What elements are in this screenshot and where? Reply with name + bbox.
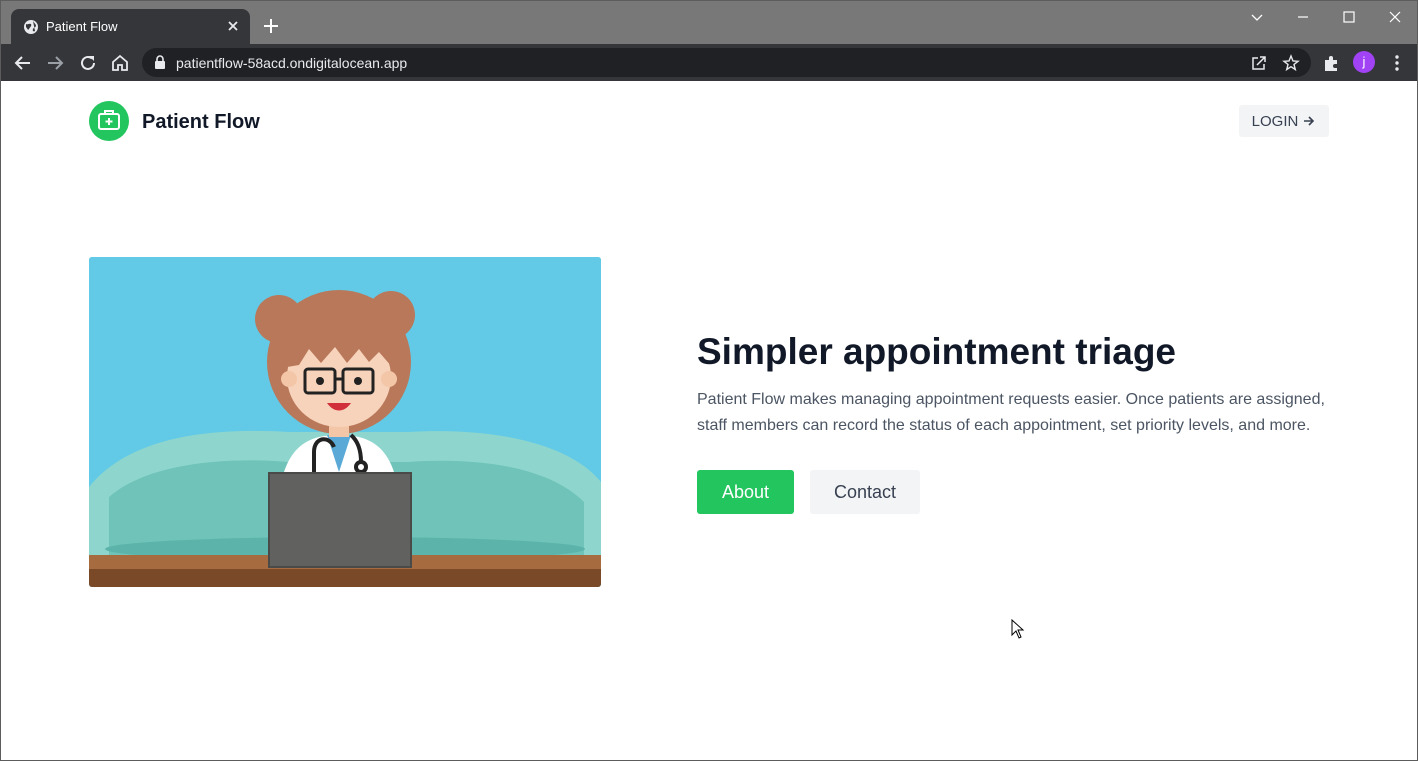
tab-strip: Patient Flow	[1, 1, 1417, 44]
extensions-icon[interactable]	[1321, 53, 1341, 73]
medical-kit-icon[interactable]	[89, 101, 129, 141]
browser-tab[interactable]: Patient Flow	[11, 9, 250, 44]
back-icon[interactable]	[13, 53, 33, 73]
browser-window: Patient Flow patientflow-58acd.ondigital…	[0, 0, 1418, 761]
arrow-right-icon	[1304, 116, 1315, 126]
lock-icon[interactable]	[153, 55, 167, 70]
star-icon[interactable]	[1282, 54, 1300, 72]
brand-name[interactable]: Patient Flow	[142, 111, 260, 134]
close-icon[interactable]	[1385, 7, 1405, 27]
page-content: Patient Flow LOGIN Simpler appointment t…	[1, 81, 1417, 760]
maximize-icon[interactable]	[1339, 7, 1359, 27]
about-button[interactable]: About	[697, 470, 794, 514]
profile-avatar[interactable]: j	[1353, 51, 1375, 73]
url-text[interactable]: patientflow-58acd.ondigitalocean.app	[176, 55, 407, 71]
tab-title: Patient Flow	[46, 19, 118, 34]
hero-headline: Simpler appointment triage	[697, 331, 1177, 372]
mouse-cursor-icon	[1011, 619, 1025, 639]
reload-icon[interactable]	[78, 53, 98, 73]
close-icon[interactable]	[225, 18, 241, 34]
login-button[interactable]: LOGIN	[1239, 105, 1329, 137]
kebab-menu-icon[interactable]	[1387, 53, 1407, 73]
share-icon[interactable]	[1250, 54, 1268, 72]
plus-icon[interactable]	[262, 17, 280, 35]
minimize-icon[interactable]	[1293, 7, 1313, 27]
globe-icon	[24, 20, 38, 34]
login-label: LOGIN	[1251, 112, 1299, 130]
contact-button[interactable]: Contact	[810, 470, 920, 514]
hero-description: Patient Flow makes managing appointment …	[697, 391, 1325, 434]
chevron-down-icon[interactable]	[1247, 7, 1267, 27]
address-bar[interactable]: patientflow-58acd.ondigitalocean.app	[142, 48, 1311, 77]
home-icon[interactable]	[110, 53, 130, 73]
browser-toolbar: patientflow-58acd.ondigitalocean.app j	[1, 44, 1417, 81]
forward-icon[interactable]	[45, 53, 65, 73]
doctor-illustration	[89, 257, 601, 587]
